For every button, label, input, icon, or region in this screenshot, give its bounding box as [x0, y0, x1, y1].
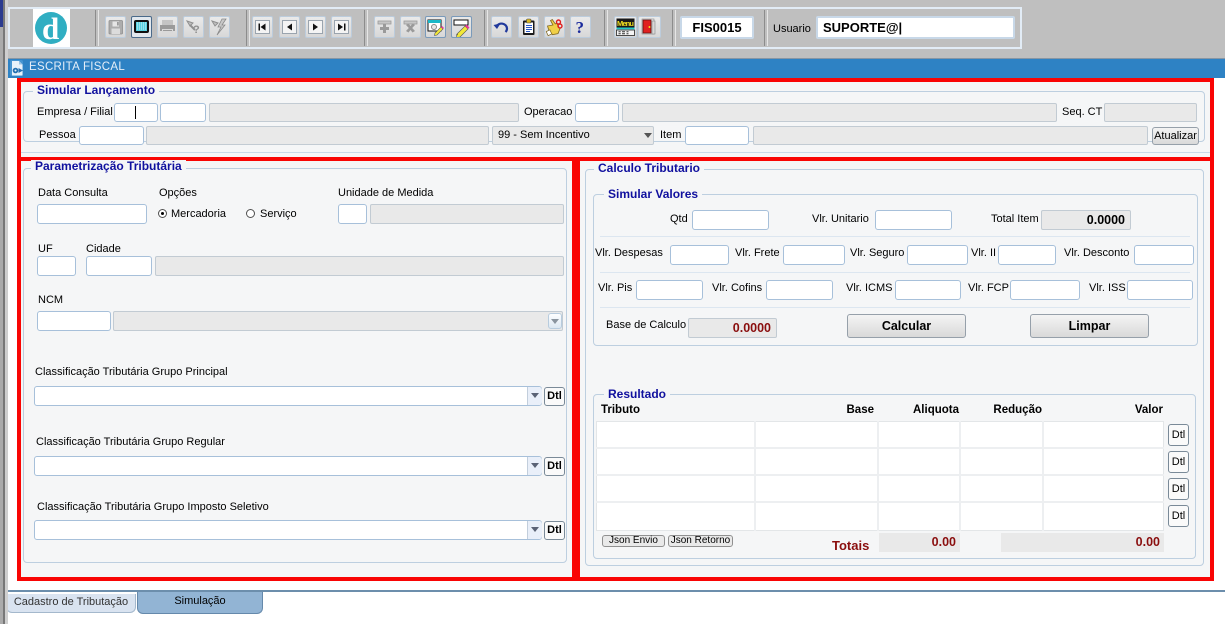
- svg-text:?: ?: [576, 18, 585, 37]
- svg-text:Menu: Menu: [617, 19, 634, 28]
- svg-text:?: ?: [193, 24, 200, 36]
